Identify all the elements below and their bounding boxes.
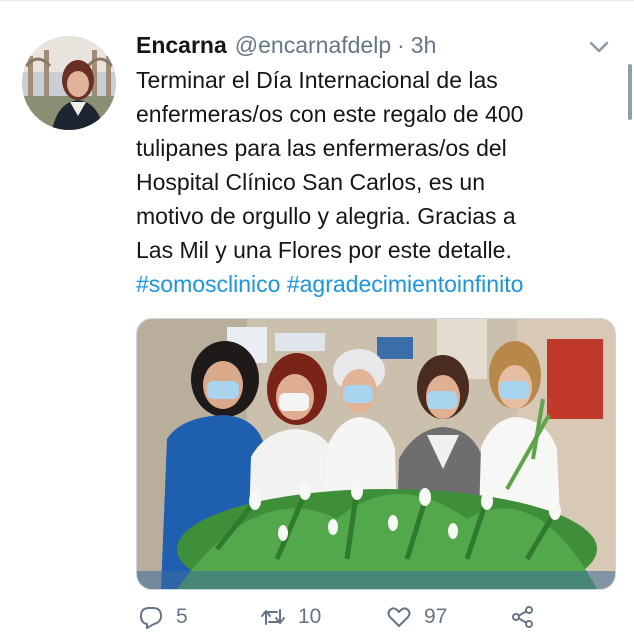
hashtag-agradecimientoinfinito[interactable]: #agradecimientoinfinito (287, 271, 524, 297)
top-divider (0, 0, 634, 1)
avatar-photo (22, 36, 116, 130)
tweet-text-line: Las Mil y una Flores por este detalle. (136, 237, 512, 263)
author-handle[interactable]: @encarnafdelp (235, 32, 391, 59)
tweet-text-line: tulipanes para las enfermeras/os del (136, 135, 507, 161)
reply-count: 5 (176, 605, 188, 628)
tweet-text: Terminar el Día Internacional de las enf… (136, 63, 621, 301)
reply-icon (140, 607, 162, 629)
like-count: 97 (424, 605, 448, 628)
share-button[interactable] (510, 604, 548, 630)
hashtag-line: #somosclinico #agradecimientoinfinito (136, 267, 621, 301)
tweet-text-line: Hospital Clínico San Carlos, es un (136, 169, 485, 195)
header-separator: · (397, 32, 405, 58)
avatar[interactable] (22, 36, 116, 130)
tweet-menu-button[interactable] (586, 34, 612, 60)
author-name[interactable]: Encarna (136, 32, 227, 59)
scrollbar[interactable] (628, 64, 632, 120)
tweet-text-line: Terminar el Día Internacional de las (136, 67, 498, 93)
heart-icon (387, 607, 411, 627)
share-icon (512, 606, 533, 628)
retweet-count: 10 (298, 605, 322, 628)
tweet-text-line: motivo de orgullo y alegria. Gracias a (136, 203, 516, 229)
like-button[interactable]: 97 (386, 604, 447, 630)
reply-button[interactable]: 5 (138, 604, 188, 630)
nurses-tulips-photo (137, 319, 615, 589)
tweet-header: Encarna @encarnafdelp · 3h (136, 32, 436, 62)
tweet-timestamp[interactable]: 3h (411, 32, 437, 59)
retweet-icon (261, 609, 285, 625)
tweet-actions: 5 10 97 (138, 604, 618, 640)
hashtag-somosclinico[interactable]: #somosclinico (136, 271, 280, 297)
chevron-down-icon (589, 41, 609, 53)
retweet-button[interactable]: 10 (260, 604, 321, 630)
tweet-text-line: enfermeras/os con este regalo de 400 (136, 101, 524, 127)
tweet-photo[interactable] (136, 318, 616, 590)
